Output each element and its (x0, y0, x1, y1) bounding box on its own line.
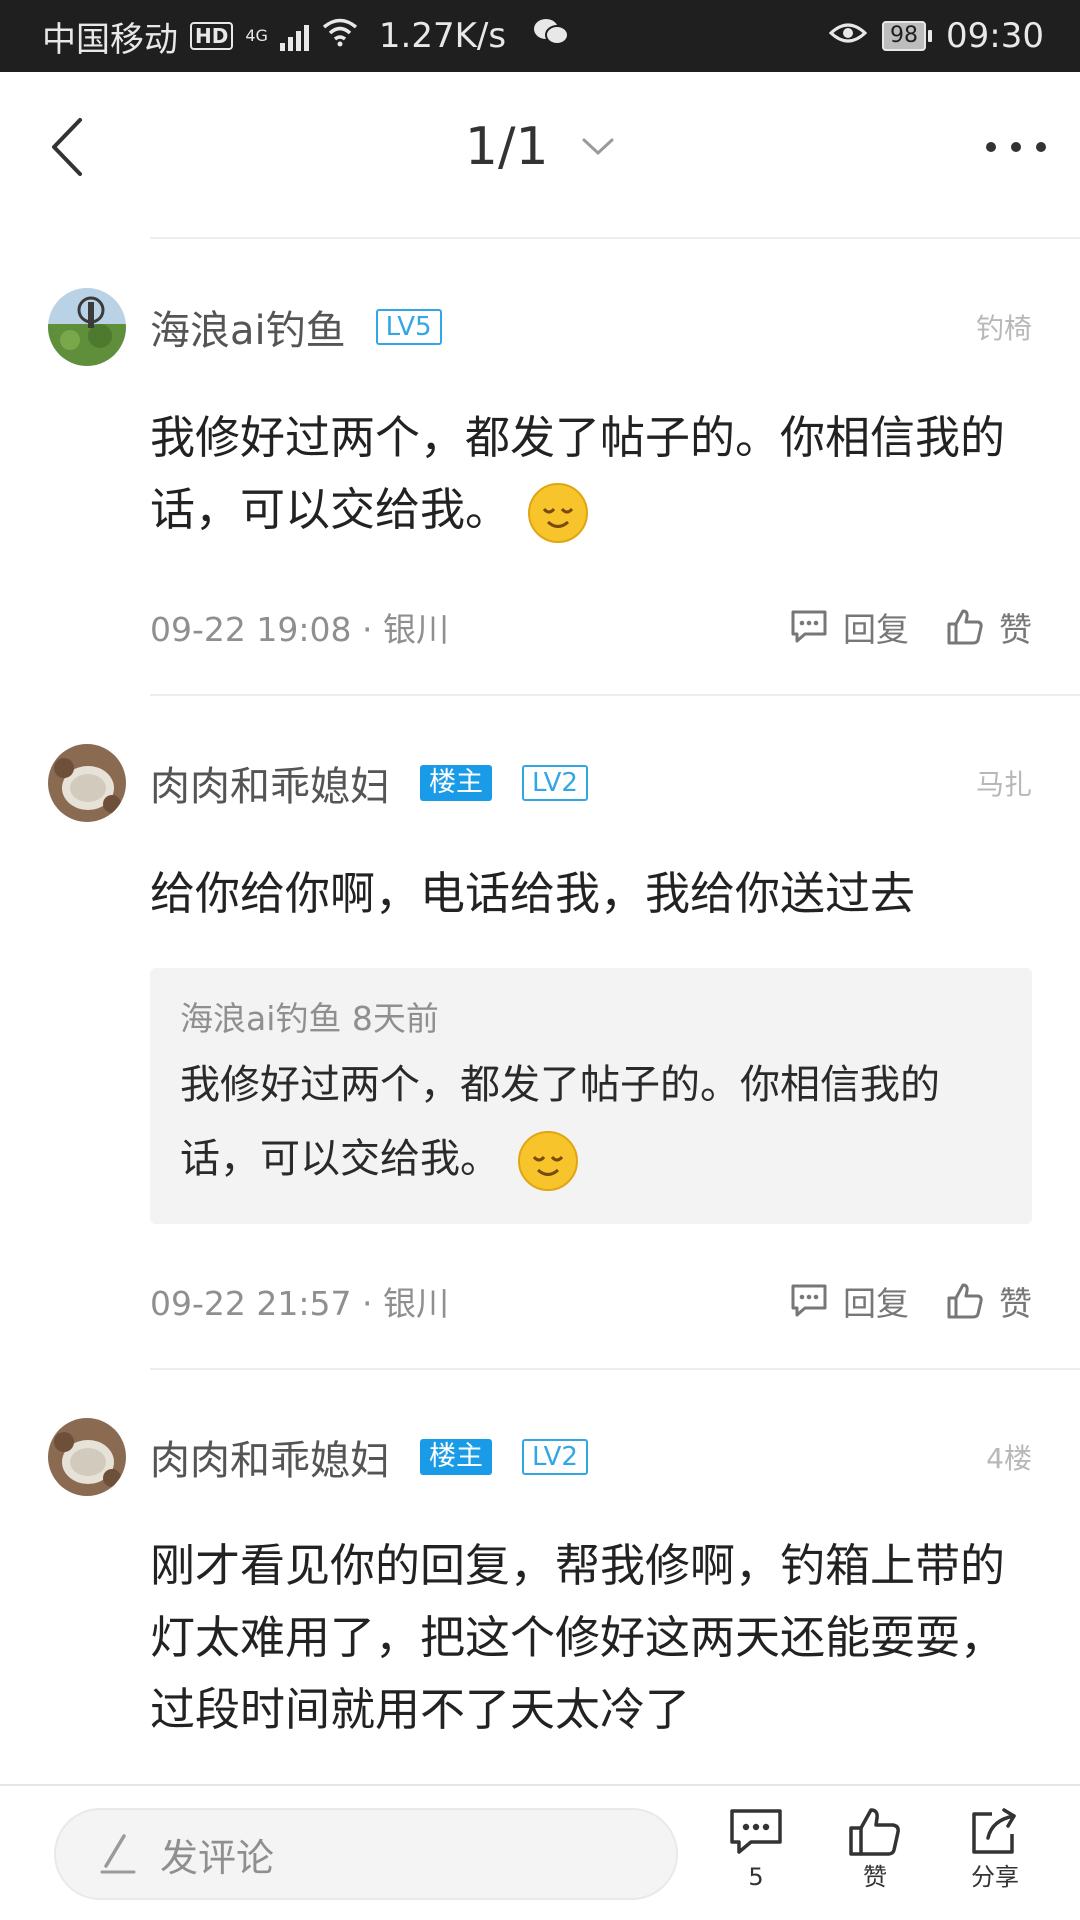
like-button[interactable]: 赞 (945, 1277, 1032, 1325)
reply-button[interactable]: 回复 (789, 603, 909, 651)
comment-icon (730, 1809, 782, 1854)
comment-icon (791, 610, 827, 643)
header: 1/1 (0, 72, 1080, 222)
comment-actions: 回复 赞 (789, 603, 1032, 651)
comment-text-body: 刚才看见你的回复，帮我修啊，钓箱上带的灯太难用了，把这个修好这两天还能耍耍，过段… (150, 1539, 1006, 1736)
quoted-reply[interactable]: 海浪ai钓鱼 8天前 我修好过两个，都发了帖子的。你相信我的话，可以交给我。 (150, 968, 1032, 1224)
username[interactable]: 肉肉和乖媳妇 (150, 754, 390, 812)
like-post-label: 赞 (863, 1863, 887, 1891)
comment-text[interactable]: 刚才看见你的回复，帮我修啊，钓箱上带的灯太难用了，把这个修好这两天还能耍耍，过段… (150, 1530, 1032, 1746)
status-left: 中国移动 HD 4G 1.27K/s (42, 12, 828, 61)
user-row: 肉肉和乖媳妇 楼主 LV2 4楼 (150, 1418, 1032, 1496)
comment-input[interactable]: 发评论 (54, 1808, 678, 1900)
meta-row: 09-22 21:57 · 银川 回复 赞 (150, 1276, 1032, 1326)
reply-button[interactable]: 回复 (789, 1277, 909, 1325)
comment-actions: 回复 赞 (789, 1277, 1032, 1325)
floor-label: 马扎 (975, 768, 1032, 801)
comment-divider (150, 694, 1080, 696)
avatar[interactable] (48, 1418, 126, 1496)
reply-label: 回复 (843, 1284, 909, 1323)
clock: 09:30 (946, 16, 1044, 56)
battery-icon: 98 (882, 21, 933, 51)
level-badge: LV5 (375, 309, 442, 345)
avatar[interactable] (48, 288, 126, 366)
comment-text[interactable]: 给你给你啊，电话给我，我给你送过去 (150, 858, 1032, 930)
more-icon-dot (1036, 142, 1046, 152)
bottom-bar: 发评论 5 赞 分享 (0, 1784, 1080, 1920)
comment-placeholder: 发评论 (160, 1835, 275, 1880)
like-label: 赞 (999, 610, 1032, 649)
quote-meta: 海浪ai钓鱼 8天前 (180, 999, 439, 1038)
comment-count: 5 (748, 1863, 764, 1891)
more-button[interactable] (986, 132, 1046, 162)
share-label: 分享 (971, 1863, 1019, 1891)
username[interactable]: 肉肉和乖媳妇 (150, 1428, 390, 1486)
page-selector[interactable]: 1/1 (0, 114, 1080, 177)
battery-level: 98 (882, 21, 927, 51)
floor-label: 钓椅 (975, 312, 1032, 345)
user-row: 海浪ai钓鱼 LV5 钓椅 (150, 288, 1032, 366)
user-row: 肉肉和乖媳妇 楼主 LV2 马扎 (150, 744, 1032, 822)
level-badge: LV2 (522, 1439, 588, 1475)
comment-icon (791, 1284, 827, 1317)
page-indicator-text: 1/1 (464, 117, 549, 177)
level-badge: LV2 (522, 765, 588, 801)
like-button[interactable]: 赞 (945, 603, 1032, 651)
comment-text-body: 给你给你啊，电话给我，我给你送过去 (150, 867, 916, 920)
owner-badge: 楼主 (420, 1439, 492, 1475)
pen-icon (100, 1834, 136, 1874)
signal-icon (279, 21, 309, 51)
owner-badge: 楼主 (420, 765, 492, 801)
meta-row: 09-22 19:08 · 银川 回复 赞 (150, 602, 1032, 652)
share-icon (972, 1808, 1016, 1854)
comment-divider (150, 1368, 1080, 1370)
eye-icon (828, 16, 868, 56)
chevron-down-icon (582, 138, 614, 156)
more-icon-dot (986, 142, 996, 152)
comment-count-button[interactable]: 5 (701, 1806, 811, 1892)
header-divider (150, 237, 1080, 239)
smile-emoji-icon (528, 483, 589, 543)
wifi-icon (321, 16, 359, 56)
quote-text: 我修好过两个，都发了帖子的。你相信我的话，可以交给我。 (180, 1048, 1002, 1196)
like-label: 赞 (999, 1284, 1032, 1323)
network-speed: 1.27K/s (378, 16, 507, 56)
wechat-icon (532, 16, 570, 56)
time-location: 09-22 19:08 · 银川 (150, 610, 449, 649)
thumb-up-icon (947, 1283, 983, 1319)
username[interactable]: 海浪ai钓鱼 (150, 298, 346, 356)
avatar[interactable] (48, 744, 126, 822)
carrier-name: 中国移动 (42, 19, 178, 60)
thumb-up-icon (849, 1808, 900, 1856)
status-bar: 中国移动 HD 4G 1.27K/s 98 09:30 (0, 0, 1080, 72)
floor-label: 4楼 (986, 1442, 1032, 1475)
comment-text[interactable]: 我修好过两个，都发了帖子的。你相信我的话，可以交给我。 (150, 402, 1032, 546)
share-button[interactable]: 分享 (940, 1806, 1050, 1892)
status-right: 98 09:30 (828, 16, 1044, 56)
thumb-up-icon (947, 609, 983, 645)
smile-emoji-icon (518, 1131, 578, 1191)
hd-badge: HD (190, 22, 234, 50)
more-icon-dot (1011, 142, 1021, 152)
time-location: 09-22 21:57 · 银川 (150, 1284, 449, 1323)
like-post-button[interactable]: 赞 (820, 1806, 930, 1892)
reply-label: 回复 (843, 610, 909, 649)
network-type: 4G (245, 25, 268, 45)
